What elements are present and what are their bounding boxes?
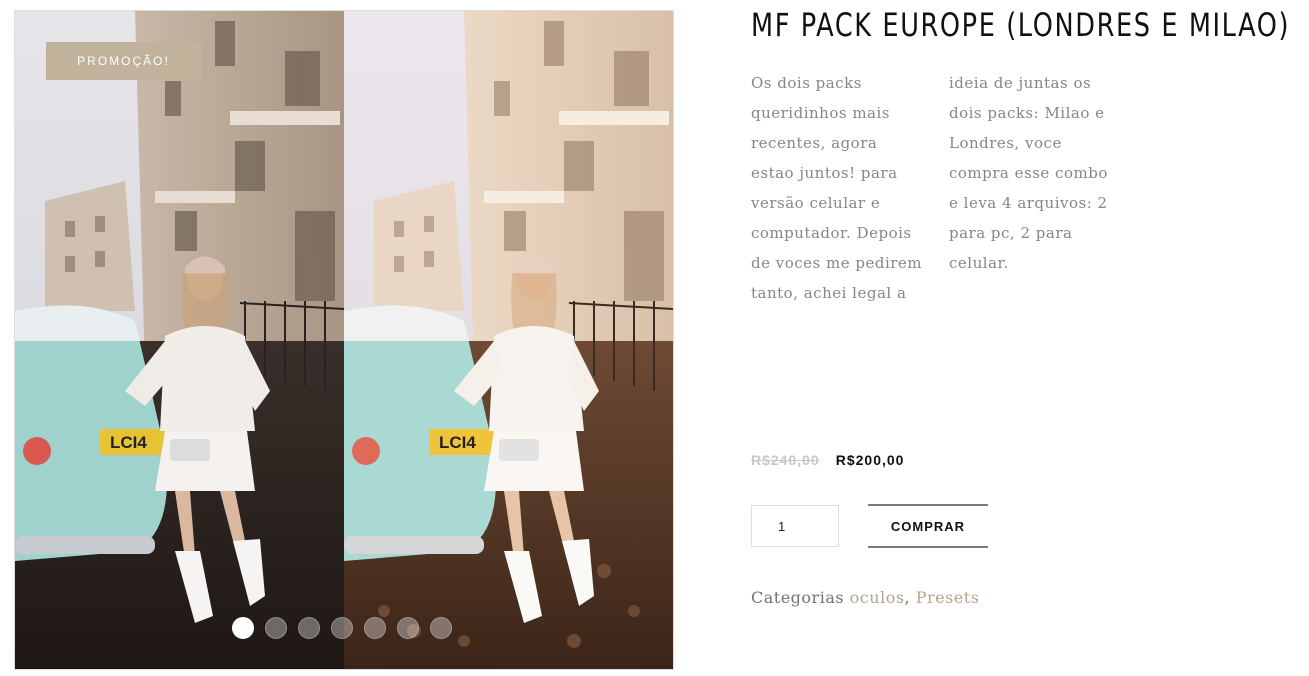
original-price: R$240,00: [751, 452, 820, 468]
product-title: MF PACK EUROPE (LONDRES E MILAO): [751, 6, 1291, 44]
gallery-dot-6[interactable]: [397, 617, 419, 639]
product-gallery[interactable]: LCI4 LCI4 PROMOÇÃO!: [14, 10, 674, 670]
gallery-pagination[interactable]: [232, 617, 452, 639]
buy-button[interactable]: COMPRAR: [868, 504, 988, 548]
gallery-dot-4[interactable]: [331, 617, 353, 639]
sale-price: R$200,00: [835, 452, 905, 468]
categories-label: Categorias: [751, 588, 845, 607]
product-categories: Categorias oculos, Presets: [751, 588, 979, 607]
gallery-dot-5[interactable]: [364, 617, 386, 639]
category-separator: ,: [904, 588, 916, 607]
gallery-dot-1[interactable]: [232, 617, 254, 639]
preset-before-photo: LCI4: [15, 11, 344, 669]
svg-text:LCI4: LCI4: [439, 433, 476, 452]
svg-text:LCI4: LCI4: [110, 433, 147, 452]
category-link-oculos[interactable]: oculos: [850, 588, 905, 607]
category-link-presets[interactable]: Presets: [916, 588, 980, 607]
preset-after-photo: LCI4: [344, 11, 673, 669]
product-price: R$240,00 R$200,00: [751, 452, 904, 468]
quantity-input[interactable]: [751, 505, 839, 547]
sale-badge: PROMOÇÃO!: [46, 42, 201, 80]
gallery-dot-7[interactable]: [430, 617, 452, 639]
gallery-dot-2[interactable]: [265, 617, 287, 639]
product-description: Os dois packs queridinhos mais recentes,…: [751, 74, 1108, 302]
gallery-dot-3[interactable]: [298, 617, 320, 639]
